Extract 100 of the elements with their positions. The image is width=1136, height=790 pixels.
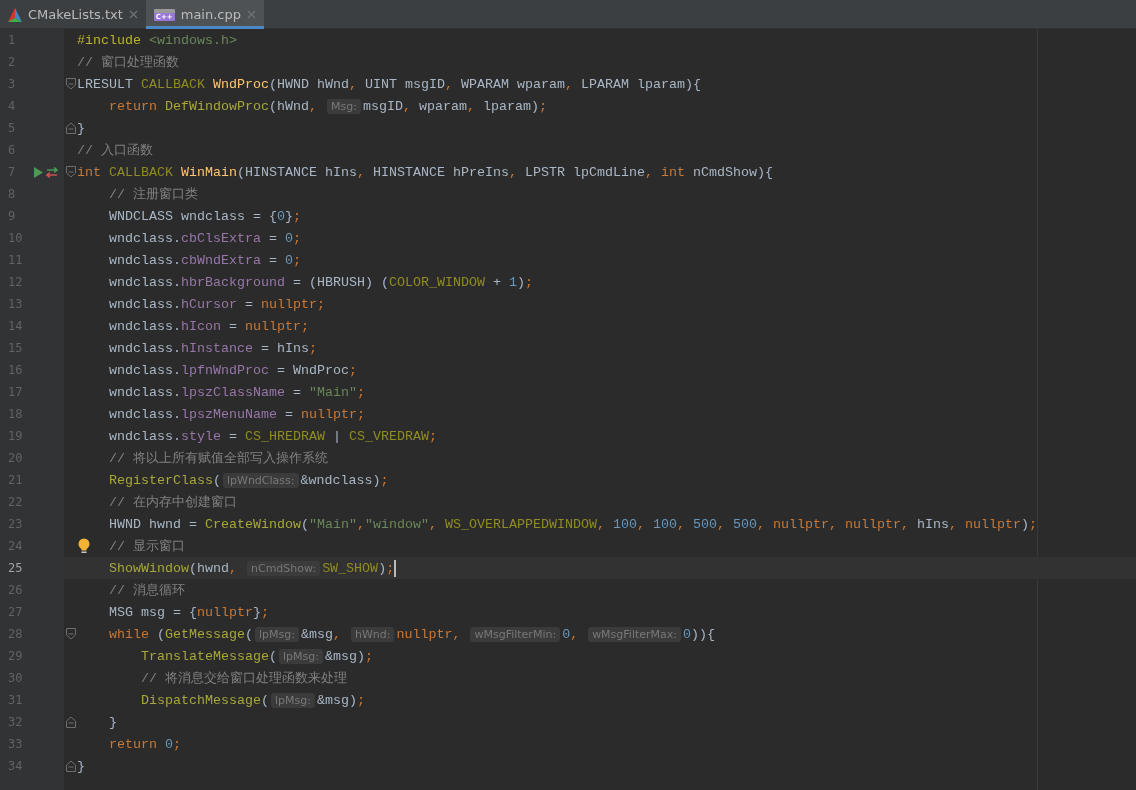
code-text: = hIns xyxy=(260,340,309,356)
code-text: (HWND hWnd xyxy=(269,76,349,92)
fold-marker-icon[interactable] xyxy=(65,78,76,90)
punctuation: ; xyxy=(317,296,325,312)
number-literal: 0 xyxy=(284,252,293,268)
field-name: hCursor xyxy=(181,296,237,312)
code-text: wndclass. xyxy=(109,274,181,290)
comment: // 窗口处理函数 xyxy=(77,54,179,71)
code-text: &msg) xyxy=(324,648,365,664)
punctuation: , xyxy=(332,626,342,642)
comment: // 消息循环 xyxy=(109,582,185,599)
parameter-hint: wMsgFilterMax: xyxy=(588,626,681,642)
parameter-hint: hWnd: xyxy=(350,626,395,642)
number-literal: 0 xyxy=(683,626,691,642)
keyword: nullptr xyxy=(300,406,357,422)
keyword: nullptr xyxy=(396,626,453,642)
code-text: LPSTR lpCmdLine xyxy=(524,164,645,180)
code-text: = WndProc xyxy=(276,362,349,378)
keyword: nullptr xyxy=(261,296,317,312)
punctuation: ; xyxy=(356,384,365,400)
code-text: = xyxy=(268,252,278,268)
swap-arrows-icon[interactable] xyxy=(46,166,58,178)
code-text: wndclass. xyxy=(109,406,181,422)
string-literal: "Main" xyxy=(308,384,357,400)
code-text: ) xyxy=(378,560,387,576)
field-name: style xyxy=(181,428,221,444)
code-text: LPARAM lparam){ xyxy=(580,76,701,92)
code-text: ) xyxy=(516,274,525,290)
code-text: + xyxy=(492,274,502,290)
number-literal: 0 xyxy=(562,626,571,642)
code-text: MSG msg = { xyxy=(109,604,197,620)
code-text: (hwnd xyxy=(189,560,229,576)
code-text: hIns xyxy=(916,516,949,532)
code-text: = (HBRUSH) ( xyxy=(292,274,389,290)
parameter-hint: lpMsg: xyxy=(255,626,299,642)
code-text: wndclass. xyxy=(109,428,181,444)
code-text: } xyxy=(77,120,85,136)
keyword: int xyxy=(660,164,685,180)
code-text: wndclass. xyxy=(109,362,181,378)
fold-marker-icon[interactable] xyxy=(65,760,76,772)
tab-label: main.cpp xyxy=(180,7,241,22)
comment: // 在内存中创建窗口 xyxy=(109,494,237,511)
punctuation: ; xyxy=(364,648,373,664)
punctuation: ; xyxy=(380,472,389,488)
macro-name: CALLBACK xyxy=(109,164,173,180)
keyword: return xyxy=(109,98,157,114)
number-literal: 500 xyxy=(692,516,717,532)
keyword: while xyxy=(109,626,149,642)
punctuation: ; xyxy=(386,560,395,576)
punctuation: , xyxy=(309,98,318,114)
fold-marker-icon[interactable] xyxy=(65,122,76,134)
tab-label: CMakeLists.txt xyxy=(28,7,123,22)
code-text: UINT msgID xyxy=(365,76,445,92)
punctuation: , xyxy=(756,516,766,532)
code-text: (hWnd xyxy=(269,98,309,114)
file-tab[interactable]: CMakeLists.txt xyxy=(0,0,146,29)
punctuation: ; xyxy=(292,230,301,246)
line-number: 25 xyxy=(7,561,24,575)
punctuation: , xyxy=(828,516,838,532)
punctuation: ; xyxy=(356,692,365,708)
punctuation: , xyxy=(636,516,646,532)
lightbulb-icon[interactable] xyxy=(78,538,91,554)
punctuation: ; xyxy=(292,252,301,268)
function-call: DefWindowProc xyxy=(165,98,269,114)
keyword: return xyxy=(109,736,157,752)
keyword: nullptr xyxy=(197,604,253,620)
macro-name: SW_SHOW xyxy=(322,560,379,576)
function-call: RegisterClass xyxy=(109,472,213,488)
field-name: cbWndExtra xyxy=(181,252,261,268)
fold-marker-icon[interactable] xyxy=(65,166,76,178)
function-call: CreateWindow xyxy=(205,516,301,532)
code-text: WNDCLASS wndclass = { xyxy=(109,208,277,224)
number-literal: 1 xyxy=(508,274,517,290)
run-icon[interactable] xyxy=(34,166,43,178)
comment: // 将以上所有赋值全部写入操作系统 xyxy=(109,450,328,467)
code-text: LRESULT xyxy=(77,76,133,92)
punctuation: , xyxy=(229,560,238,576)
comment: // 注册窗口类 xyxy=(109,186,198,203)
code-text: } xyxy=(109,714,117,730)
punctuation: ; xyxy=(308,340,317,356)
code-text: ) xyxy=(1020,516,1029,532)
close-icon[interactable] xyxy=(247,10,256,19)
code-text: wndclass. xyxy=(109,384,181,400)
code-text: = xyxy=(284,406,294,422)
fold-marker-icon[interactable] xyxy=(65,716,76,728)
punctuation: ; xyxy=(348,362,357,378)
punctuation: , xyxy=(948,516,958,532)
string-literal: "Main" xyxy=(308,516,357,532)
code-text: } xyxy=(77,758,85,774)
punctuation: ; xyxy=(428,428,437,444)
close-icon[interactable] xyxy=(128,10,138,19)
punctuation: , xyxy=(676,516,686,532)
code-text: ( xyxy=(269,648,277,664)
function-call: ShowWindow xyxy=(109,560,189,576)
punctuation: , xyxy=(570,626,580,642)
macro-name: CS_VREDRAW xyxy=(348,428,429,444)
punctuation: , xyxy=(564,76,574,92)
fold-marker-icon[interactable] xyxy=(65,628,76,640)
comment: // 入口函数 xyxy=(77,142,153,159)
code-text: &msg xyxy=(300,626,333,642)
